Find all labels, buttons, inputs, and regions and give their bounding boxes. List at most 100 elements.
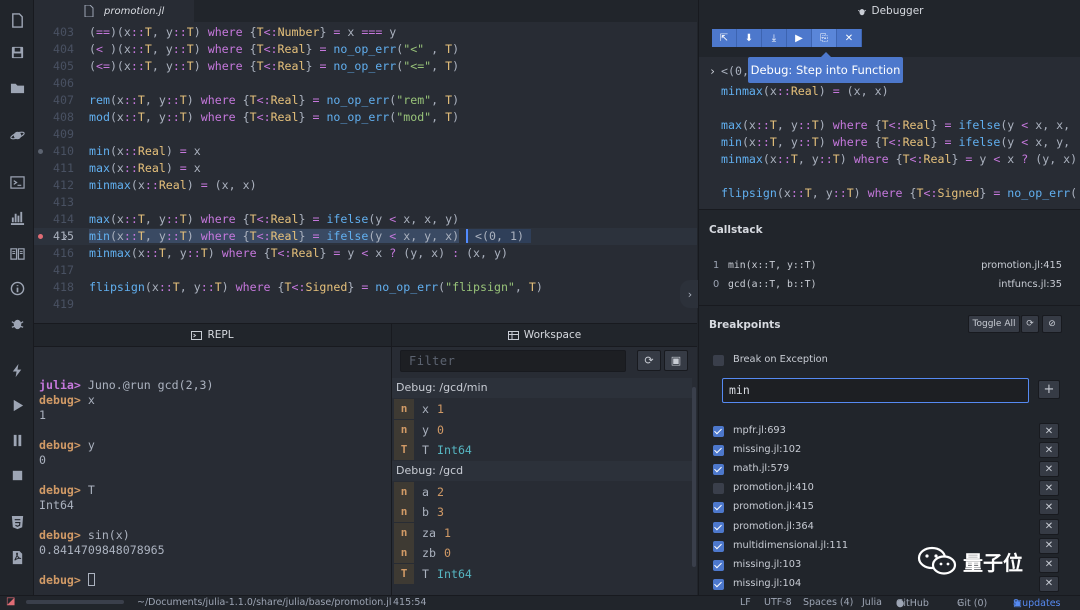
code-line[interactable]: 405 (<=)(x::T, y::T) where {T<:Real} = no… — [34, 58, 697, 75]
inline-result[interactable]: <(0, 1) — [466, 229, 531, 243]
code-line[interactable]: 408 mod(x::T, y::T) where {T<:Real} = no_… — [34, 109, 697, 126]
disabled-breakpoint-icon[interactable] — [38, 149, 43, 154]
planet-icon[interactable] — [0, 122, 34, 148]
code-line[interactable]: 403 (==)(x::T, y::T) where {T<:Number} = … — [34, 24, 697, 41]
callstack-frame[interactable]: 1 min(x::T, y::T) promotion.jl:415 — [699, 256, 1080, 275]
html5-icon[interactable] — [0, 509, 34, 535]
workspace-row[interactable]: ny0 — [392, 419, 692, 440]
debug-stop-button[interactable]: ✕ — [837, 29, 862, 47]
workspace-row[interactable]: T T Int64 — [392, 440, 692, 460]
repl-console[interactable]: julia> Juno.@run gcd(2,3) debug> x 1 debug>… — [34, 347, 391, 595]
play-icon[interactable] — [0, 392, 34, 418]
code-line[interactable]: 419 — [34, 296, 697, 313]
debug-step-line-button[interactable]: ⬇ — [737, 29, 762, 47]
workspace-group-header[interactable]: Debug: /gcd — [392, 460, 692, 481]
workspace-row[interactable]: na2 — [392, 481, 692, 502]
remove-breakpoint-button[interactable]: ✕ — [1039, 499, 1059, 516]
line-ending[interactable]: LF — [740, 597, 751, 608]
breakpoint-icon[interactable] — [38, 234, 43, 239]
breakpoint-input[interactable]: min — [722, 378, 1029, 403]
breakpoint-label[interactable]: missing.jl:102 — [733, 444, 801, 455]
callstack-frame[interactable]: 0 gcd(a::T, b::T) intfuncs.jl:35 — [699, 275, 1080, 294]
break-on-exception-checkbox[interactable] — [713, 355, 724, 366]
code-line[interactable]: 410 min(x::Real) = x — [34, 143, 697, 160]
code-line[interactable]: 418 flipsign(x::T, y::T) where {T<:Signed… — [34, 279, 697, 296]
code-line[interactable]: 415 › min(x::T, y::T) where {T<:Real} = if… — [34, 228, 697, 245]
indentation[interactable]: Spaces (4) — [803, 597, 853, 608]
breakpoint-checkbox[interactable] — [713, 578, 724, 590]
encoding[interactable]: UTF-8 — [764, 597, 792, 608]
add-breakpoint-button[interactable]: + — [1038, 380, 1060, 399]
breakpoint-label[interactable]: promotion.jl:364 — [733, 521, 814, 532]
refresh-breakpoints-button[interactable]: ⟳ — [1021, 315, 1039, 333]
tab-promotion-jl[interactable]: promotion.jl — [34, 0, 194, 22]
breakpoint-label[interactable]: math.jl:579 — [733, 463, 789, 474]
terminal-icon[interactable] — [0, 169, 34, 195]
breakpoint-checkbox[interactable] — [713, 445, 724, 457]
remove-breakpoint-button[interactable]: ✕ — [1039, 556, 1059, 573]
breakpoint-label[interactable]: missing.jl:103 — [733, 559, 801, 570]
breakpoint-checkbox[interactable] — [713, 483, 724, 495]
save-icon[interactable] — [0, 39, 34, 65]
code-line[interactable]: 416 minmax(x::T, y::T) where {T<:Real} = … — [34, 245, 697, 262]
workspace-row[interactable]: nb3 — [392, 502, 692, 522]
remove-breakpoint-button[interactable]: ✕ — [1039, 423, 1059, 439]
workspace-scrollbar[interactable] — [692, 347, 697, 595]
remove-breakpoint-button[interactable]: ✕ — [1039, 461, 1059, 478]
debug-continue-button[interactable]: ▶ — [787, 29, 812, 47]
workspace-row[interactable]: T T Int64 — [392, 563, 692, 584]
new-file-icon[interactable] — [0, 7, 34, 33]
breakpoint-label[interactable]: mpfr.jl:693 — [733, 425, 786, 436]
code-line[interactable]: 406 — [34, 75, 697, 92]
breakpoint-checkbox[interactable] — [713, 464, 724, 476]
workspace-row[interactable]: nx1 — [392, 399, 692, 419]
workspace-row[interactable]: n zb 0 — [392, 543, 692, 563]
remove-breakpoint-button[interactable]: ✕ — [1039, 518, 1059, 535]
workspace-row[interactable]: n za 1 — [392, 522, 692, 543]
workspace-filter-input[interactable]: Filter — [400, 350, 626, 372]
lightning-icon[interactable] — [0, 357, 34, 383]
code-line[interactable]: 409 — [34, 126, 697, 143]
workspace-header[interactable]: Workspace — [392, 323, 697, 347]
docs-icon[interactable] — [0, 240, 34, 266]
code-line[interactable]: 404 (< )(x::T, y::T) where {T<:Real} = no… — [34, 41, 697, 58]
breakpoint-label[interactable]: missing.jl:104 — [733, 578, 801, 589]
breakpoint-checkbox[interactable] — [713, 540, 724, 552]
code-line[interactable]: 411 max(x::Real) = x — [34, 160, 697, 177]
toggle-all-button[interactable]: Toggle All — [968, 315, 1020, 333]
repl-header[interactable]: REPL — [34, 323, 391, 347]
code-line[interactable]: 417 — [34, 262, 697, 279]
workspace-group-header[interactable]: Debug: /gcd/min — [392, 378, 692, 398]
remove-breakpoint-button[interactable]: ✕ — [1039, 537, 1059, 554]
pause-icon[interactable] — [0, 427, 34, 453]
error-icon[interactable]: ◪ — [6, 596, 15, 607]
breakpoint-checkbox[interactable] — [713, 502, 724, 514]
breakpoint-label[interactable]: promotion.jl:410 — [733, 482, 814, 493]
code-line[interactable]: 407 rem(x::T, y::T) where {T<:Real} = no_… — [34, 92, 697, 109]
folder-icon[interactable] — [0, 74, 34, 100]
debug-step-into-button[interactable]: ⎘ — [812, 29, 837, 47]
info-icon[interactable] — [0, 275, 34, 301]
debug-goto-button[interactable]: ⇱ — [712, 29, 737, 47]
plots-icon[interactable] — [0, 204, 34, 230]
breakpoint-checkbox[interactable] — [713, 559, 724, 571]
stop-icon[interactable] — [0, 462, 34, 488]
breakpoint-checkbox[interactable] — [713, 426, 724, 437]
remove-breakpoint-button[interactable]: ✕ — [1039, 575, 1059, 592]
remove-breakpoint-button[interactable]: ✕ — [1039, 442, 1059, 459]
debug-step-out-button[interactable]: ⤓ — [762, 29, 787, 47]
bug-icon[interactable] — [0, 310, 34, 336]
file-path[interactable]: ~/Documents/julia-1.1.0/share/julia/base… — [137, 597, 392, 608]
cursor-position[interactable]: 415:54 — [393, 597, 426, 608]
expand-chevron-icon[interactable]: › — [709, 63, 716, 80]
remove-breakpoint-button[interactable]: ✕ — [1039, 480, 1059, 497]
breakpoint-label[interactable]: multidimensional.jl:111 — [733, 540, 848, 551]
breakpoint-checkbox[interactable] — [713, 521, 724, 533]
open-workspace-button[interactable]: ▣ — [664, 350, 688, 371]
grammar[interactable]: Julia — [862, 597, 882, 608]
code-editor[interactable]: 403 (==)(x::T, y::T) where {T<:Number} = … — [34, 22, 697, 323]
code-line[interactable]: 412 minmax(x::Real) = (x, x) — [34, 177, 697, 194]
pdf-icon[interactable] — [0, 544, 34, 570]
repl-cursor[interactable] — [87, 573, 95, 586]
breakpoint-label[interactable]: promotion.jl:415 — [733, 501, 814, 512]
